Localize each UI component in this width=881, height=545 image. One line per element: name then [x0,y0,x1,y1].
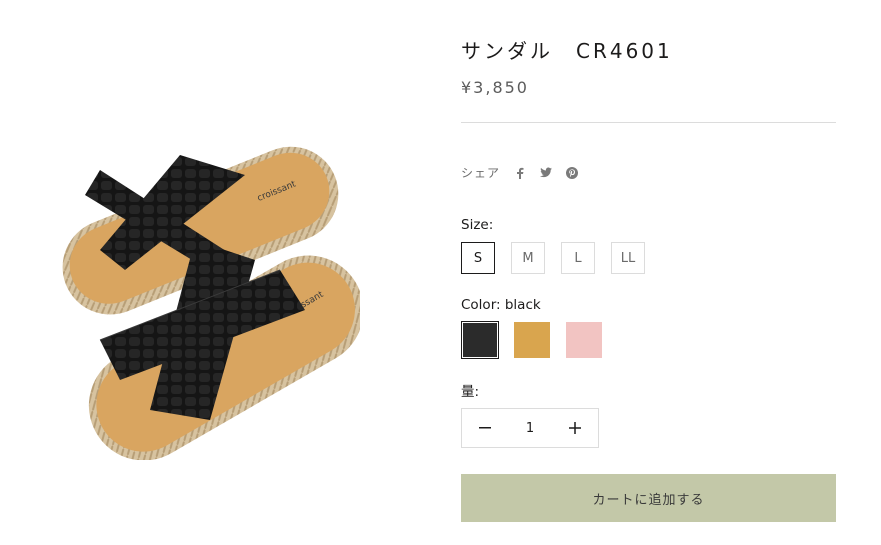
size-option-ll[interactable]: LL [611,242,645,274]
color-swatch-pink[interactable] [565,321,603,359]
product-title: サンダル CR4601 [461,39,673,63]
share-bar: シェア [461,164,592,181]
product-image: croissant croissant [30,120,360,460]
color-swatch-black[interactable] [461,321,499,359]
quantity-increase-button[interactable] [552,409,598,447]
swatch-fill [463,323,497,357]
color-swatches [461,321,617,359]
size-options: S M L LL [461,242,661,274]
size-label: Size: [461,217,494,233]
quantity-label: 量: [461,384,480,400]
quantity-stepper: 1 [461,408,599,448]
facebook-icon[interactable] [514,167,526,179]
twitter-icon[interactable] [540,167,553,179]
product-price: ¥3,850 [461,78,529,97]
color-swatch-camel[interactable] [513,321,551,359]
product-info: サンダル CR4601 ¥3,850 シェア Size: S M L LL Co… [461,0,836,545]
plus-icon [569,422,581,434]
swatch-fill [566,322,602,358]
color-label: Color: black [461,297,541,313]
share-label: シェア [461,166,501,180]
size-option-m[interactable]: M [511,242,545,274]
size-option-l[interactable]: L [561,242,595,274]
add-to-cart-button[interactable]: カートに追加する [461,474,836,522]
size-option-s[interactable]: S [461,242,495,274]
quantity-decrease-button[interactable] [462,409,508,447]
quantity-value[interactable]: 1 [508,421,552,436]
minus-icon [479,427,491,429]
divider [461,122,836,123]
swatch-fill [514,322,550,358]
pinterest-icon[interactable] [566,166,579,179]
